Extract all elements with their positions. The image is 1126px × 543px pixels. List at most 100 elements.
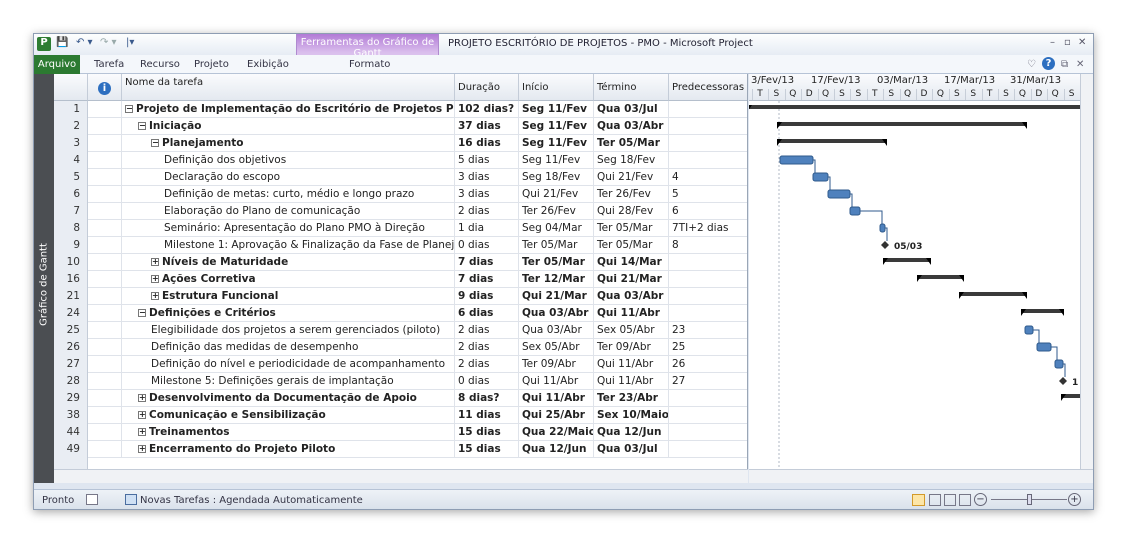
finish-cell[interactable]: Ter 05/Mar [594,220,669,237]
table-row[interactable]: 38 + Comunicação e Sensibilização 11 dias Qu… [54,407,747,424]
start-cell[interactable]: Qua 03/Abr [519,322,594,339]
gantt-vertical-scrollbar[interactable] [1080,74,1093,469]
row-id[interactable]: 4 [54,152,88,169]
task-bar[interactable] [827,189,851,199]
select-all-header[interactable] [54,74,88,101]
sheet-view-icon[interactable] [929,494,941,506]
expand-toggle-icon[interactable]: + [151,258,159,266]
tab-tarefa[interactable]: Tarefa [94,59,124,70]
expand-toggle-icon[interactable]: + [151,275,159,283]
dependency-arrow[interactable] [1051,346,1058,360]
save-icon[interactable]: 💾 [56,37,68,51]
finish-cell[interactable]: Qua 12/Jun [594,424,669,441]
new-tasks-icon[interactable] [125,494,137,505]
duration-cell[interactable]: 7 dias [455,254,519,271]
finish-cell[interactable]: Ter 05/Mar [594,237,669,254]
collapse-toggle-icon[interactable]: − [138,122,146,130]
predecessors-cell[interactable]: 25 [669,339,747,356]
start-cell[interactable]: Ter 05/Mar [519,237,594,254]
expand-toggle-icon[interactable]: + [138,445,146,453]
name-column-header[interactable]: Nome da tarefa [122,74,455,101]
zoom-thumb[interactable] [1027,494,1032,505]
start-cell[interactable]: Seg 18/Fev [519,169,594,186]
expand-toggle-icon[interactable]: + [138,411,146,419]
duration-cell[interactable]: 11 dias [455,407,519,424]
task-name-cell[interactable]: Elaboração do Plano de comunicação [122,203,455,220]
table-row[interactable]: 3− Planejamento 16 dias Seg 11/Fev Ter 05/Ma… [54,135,747,152]
table-row[interactable]: 10 + Níveis de Maturidade 7 dias Ter 05/Mar Q… [54,254,747,271]
finish-column-header[interactable]: Término [594,74,669,101]
duration-cell[interactable]: 102 dias? [455,101,519,118]
task-name-cell[interactable]: Definição do nível e periodicidade de ac… [122,356,455,373]
summary-bar[interactable] [749,105,1080,109]
row-id[interactable]: 27 [54,356,88,373]
summary-bar[interactable] [959,292,1027,296]
collapse-toggle-icon[interactable]: − [125,105,133,113]
expand-toggle-icon[interactable]: + [138,394,146,402]
predecessors-column-header[interactable]: Predecessoras [669,74,747,101]
task-bar[interactable] [812,172,829,182]
table-row[interactable]: 2− Iniciação 37 dias Seg 11/Fev Qua 03/Abr [54,118,747,135]
task-name-cell[interactable]: + Ações Corretiva [122,271,455,288]
duration-cell[interactable]: 6 dias [455,305,519,322]
predecessors-cell[interactable] [669,254,747,271]
duration-cell[interactable]: 37 dias [455,118,519,135]
finish-cell[interactable]: Qui 21/Mar [594,271,669,288]
table-row[interactable]: 8 Seminário: Apresentação do Plano PMO à … [54,220,747,237]
predecessors-cell[interactable]: 6 [669,203,747,220]
finish-cell[interactable]: Sex 10/Maio [594,407,669,424]
predecessors-cell[interactable] [669,407,747,424]
report-view-icon[interactable] [959,494,971,506]
milestone-diamond[interactable] [1059,377,1067,385]
table-row[interactable]: 5 Declaração do escopo 3 dias Seg 18/Fev Qui… [54,169,747,186]
ribbon-minimize-icon[interactable]: ♡ [1027,59,1036,70]
start-cell[interactable]: Qui 21/Mar [519,288,594,305]
summary-bar[interactable] [883,258,931,262]
start-cell[interactable]: Seg 11/Fev [519,135,594,152]
start-cell[interactable]: Ter 26/Fev [519,203,594,220]
start-cell[interactable]: Qua 12/Jun [519,441,594,458]
duration-cell[interactable]: 16 dias [455,135,519,152]
restore-icon[interactable]: ▫ [1064,37,1071,51]
duration-cell[interactable]: 2 dias [455,339,519,356]
row-id[interactable]: 2 [54,118,88,135]
sheet-horizontal-scrollbar[interactable] [54,469,748,483]
row-id[interactable]: 21 [54,288,88,305]
task-bar[interactable] [1054,359,1064,369]
predecessors-cell[interactable] [669,118,747,135]
duration-column-header[interactable]: Duração [455,74,519,101]
finish-cell[interactable]: Qui 11/Abr [594,373,669,390]
task-name-cell[interactable]: + Desenvolvimento da Documentação de Apoi… [122,390,455,407]
task-name-cell[interactable]: + Comunicação e Sensibilização [122,407,455,424]
start-cell[interactable]: Seg 11/Fev [519,118,594,135]
start-cell[interactable]: Seg 11/Fev [519,152,594,169]
start-column-header[interactable]: Início [519,74,594,101]
tab-exibicao[interactable]: Exibição [247,59,289,70]
finish-cell[interactable]: Ter 26/Fev [594,186,669,203]
close-doc-icon[interactable]: ✕ [1076,59,1084,70]
finish-cell[interactable]: Seg 18/Fev [594,152,669,169]
duration-cell[interactable]: 2 dias [455,356,519,373]
expand-toggle-icon[interactable]: + [138,428,146,436]
finish-cell[interactable]: Ter 05/Mar [594,135,669,152]
start-cell[interactable]: Qui 11/Abr [519,373,594,390]
task-name-cell[interactable]: Seminário: Apresentação do Plano PMO à D… [122,220,455,237]
customize-qat-icon[interactable]: |▾ [126,37,134,51]
row-id[interactable]: 28 [54,373,88,390]
start-cell[interactable]: Ter 05/Mar [519,254,594,271]
finish-cell[interactable]: Qua 03/Abr [594,288,669,305]
row-id[interactable] [54,458,88,469]
predecessors-cell[interactable] [669,441,747,458]
duration-cell[interactable]: 0 dias [455,373,519,390]
close-window-icon[interactable]: ✕ [1078,37,1086,51]
finish-cell[interactable]: Qui 28/Fev [594,203,669,220]
table-row[interactable]: 28 Milestone 5: Definições gerais de impl… [54,373,747,390]
finish-cell[interactable]: Ter 09/Abr [594,339,669,356]
table-row[interactable]: 6 Definição de metas: curto, médio e long… [54,186,747,203]
tab-projeto[interactable]: Projeto [194,59,229,70]
duration-cell[interactable]: 0 dias [455,237,519,254]
task-name-cell[interactable]: − Projeto de Implementação do Escritório … [122,101,455,118]
table-row[interactable]: 4 Definição dos objetivos 5 dias Seg 11/Fev… [54,152,747,169]
finish-cell[interactable]: Sex 05/Abr [594,322,669,339]
row-id[interactable]: 1 [54,101,88,118]
